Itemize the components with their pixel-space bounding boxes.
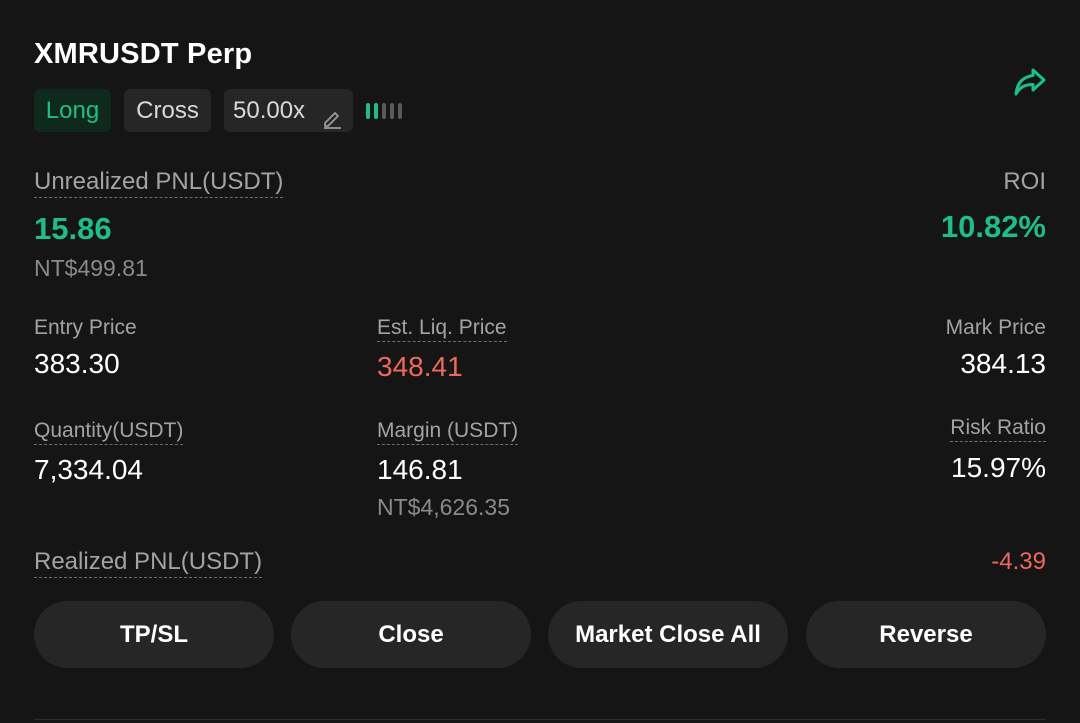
realized-pnl-value: -4.39 (991, 548, 1046, 575)
divider (34, 719, 1046, 720)
quantity-label[interactable]: Quantity(USDT) (34, 419, 184, 445)
share-arrow-icon[interactable] (1011, 64, 1049, 100)
margin-value: 146.81 (377, 454, 463, 485)
realized-pnl-label[interactable]: Realized PNL(USDT) (34, 548, 263, 578)
roi-value: 10.82% (940, 209, 1046, 244)
liq-price-value: 348.41 (377, 351, 463, 382)
position-symbol: XMRUSDT Perp (34, 38, 253, 70)
pencil-icon (321, 100, 343, 129)
unrealized-pnl-label[interactable]: Unrealized PNL(USDT) (34, 168, 284, 198)
reverse-button[interactable]: Reverse (806, 601, 1046, 668)
margin-fiat: NT$4,626.35 (377, 494, 510, 520)
roi-label: ROI (1003, 168, 1046, 195)
risk-bar (390, 103, 394, 119)
market-close-all-button[interactable]: Market Close All (548, 601, 788, 668)
risk-bar (398, 103, 402, 119)
risk-bar (382, 103, 386, 119)
unrealized-pnl-fiat: NT$499.81 (34, 255, 148, 281)
entry-price-value: 383.30 (34, 348, 120, 379)
entry-price-label: Entry Price (34, 316, 137, 339)
risk-ratio-value: 15.97% (951, 452, 1046, 483)
liq-price-label[interactable]: Est. Liq. Price (377, 316, 507, 342)
leverage-value: 50.00x (233, 97, 306, 124)
unrealized-pnl-value: 15.86 (34, 211, 112, 246)
risk-ratio-label[interactable]: Risk Ratio (950, 416, 1046, 442)
quantity-value: 7,334.04 (34, 454, 143, 485)
mark-price-value: 384.13 (960, 348, 1046, 379)
tpsl-button[interactable]: TP/SL (34, 601, 274, 668)
risk-bar (366, 103, 370, 119)
risk-bar (374, 103, 378, 119)
side-badge: Long (34, 89, 111, 132)
margin-mode-badge: Cross (124, 89, 211, 132)
margin-label[interactable]: Margin (USDT) (377, 419, 519, 445)
risk-level-bars (366, 103, 406, 119)
leverage-button[interactable]: 50.00x (224, 89, 353, 132)
mark-price-label: Mark Price (945, 316, 1046, 339)
close-button[interactable]: Close (291, 601, 531, 668)
